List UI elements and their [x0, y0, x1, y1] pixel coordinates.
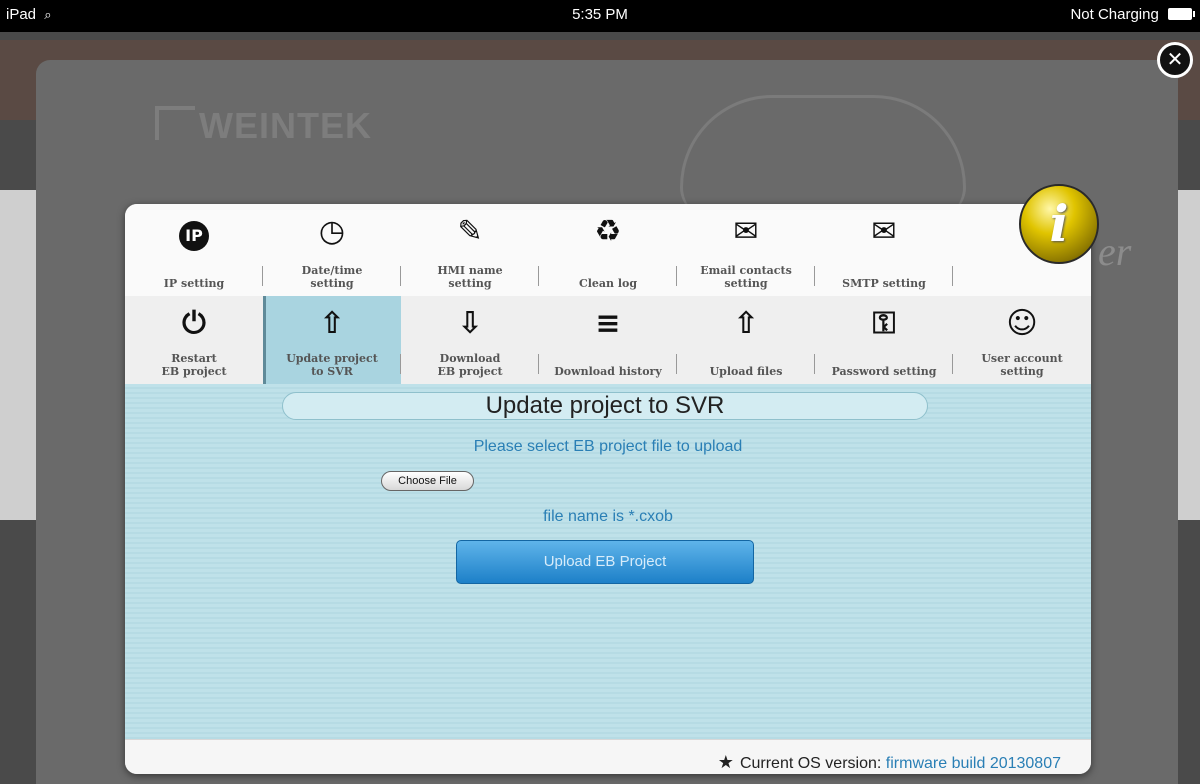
tab-label: Upload files: [709, 365, 783, 378]
close-button[interactable]: ✕: [1157, 42, 1193, 78]
lock-icon: ⚿: [872, 306, 896, 341]
os-version-label: Current OS version:: [739, 755, 882, 772]
user-key-icon: ☺: [1006, 306, 1038, 341]
tab-label: HMI name: [437, 264, 503, 277]
choose-file-button[interactable]: Choose File: [381, 471, 474, 491]
file-name-hint: file name is *.cxob: [543, 508, 673, 525]
panel-title: Update project to SVR: [282, 392, 928, 420]
tab-hmi-name-setting[interactable]: ✎ HMI name setting: [401, 204, 539, 296]
charging-status: Not Charging: [1070, 6, 1159, 23]
tab-clean-log[interactable]: ♻ Clean log: [539, 204, 677, 296]
clock-icon: ◷: [318, 214, 346, 249]
tab-label: Update project: [286, 352, 378, 365]
update-project-panel: Update project to SVR Please select EB p…: [125, 384, 1091, 739]
upload-file-icon: ⇧: [319, 306, 345, 341]
weintek-logo: WEINTEK: [155, 105, 372, 147]
download-file-icon: ⇩: [457, 306, 483, 341]
battery-icon: [1168, 8, 1195, 20]
background-panel-left: [0, 190, 40, 520]
tab-ip-setting[interactable]: IP IP setting: [125, 204, 263, 296]
status-right: Not Charging: [1070, 6, 1195, 23]
os-version: ★ Current OS version: firmware build 2013…: [718, 752, 1061, 773]
dialog-footer: ★ Current OS version: firmware build 2013…: [125, 739, 1091, 774]
tab-download-eb-project[interactable]: ⇩ Download EB project: [401, 296, 539, 384]
email-contact-icon: ✉: [733, 214, 759, 249]
tab-datetime-setting[interactable]: ◷ Date/time setting: [263, 204, 401, 296]
tab-label: User account: [981, 352, 1063, 365]
info-icon[interactable]: i: [1019, 184, 1099, 264]
recycle-bin-icon: ♻: [594, 214, 622, 249]
download-history-icon: ≡: [595, 306, 621, 341]
instruction-text: Please select EB project file to upload: [473, 438, 743, 455]
settings-dialog: IP IP setting ◷ Date/time setting ✎ HMI n…: [125, 204, 1091, 774]
restart-file-icon: ⏻: [182, 306, 206, 341]
ip-icon: IP: [125, 214, 263, 251]
tab-row-1: IP IP setting ◷ Date/time setting ✎ HMI n…: [125, 204, 1091, 297]
firmware-version: firmware build 20130807: [885, 755, 1061, 772]
tab-smtp-setting[interactable]: ✉ SMTP setting: [815, 204, 953, 296]
pencil-icon: ✎: [457, 214, 483, 249]
tab-upload-files[interactable]: ⇧ Upload files: [677, 296, 815, 384]
tab-password-setting[interactable]: ⚿ Password setting: [815, 296, 953, 384]
tab-email-contacts-setting[interactable]: ✉ Email contacts setting: [677, 204, 815, 296]
tab-download-history[interactable]: ≡ Download history: [539, 296, 677, 384]
upload-files-icon: ⇧: [733, 306, 759, 341]
smtp-envelope-icon: ✉: [871, 214, 897, 249]
cloud-graphic: [680, 95, 966, 218]
tab-divider: [952, 266, 953, 286]
star-icon: ★: [717, 752, 734, 772]
tab-label: Download history: [554, 365, 662, 378]
tab-label: Date/time: [301, 264, 363, 277]
tab-label: SMTP setting: [842, 277, 926, 290]
close-icon: ✕: [1166, 47, 1184, 71]
upload-eb-project-button[interactable]: Upload EB Project: [456, 540, 754, 584]
tab-label: Download: [439, 352, 501, 365]
tab-user-account-setting[interactable]: ☺ User account setting: [953, 296, 1091, 384]
background-text-fragment: er: [1098, 229, 1132, 274]
status-bar: iPad ⌕ 5:35 PM Not Charging: [0, 0, 1200, 32]
tab-update-project-to-svr[interactable]: ⇧ Update project to SVR: [263, 296, 401, 384]
tab-label: Restart: [171, 352, 217, 365]
tab-label: Email contacts: [700, 264, 792, 277]
tab-label: Clean log: [578, 277, 638, 290]
tab-restart-eb-project[interactable]: ⏻ Restart EB project: [125, 296, 263, 384]
tab-label: Password setting: [831, 365, 937, 378]
status-time: 5:35 PM: [572, 6, 628, 23]
tab-label: IP setting: [163, 277, 225, 290]
tab-row-2: ⏻ Restart EB project ⇧ Update project to S…: [125, 296, 1091, 384]
